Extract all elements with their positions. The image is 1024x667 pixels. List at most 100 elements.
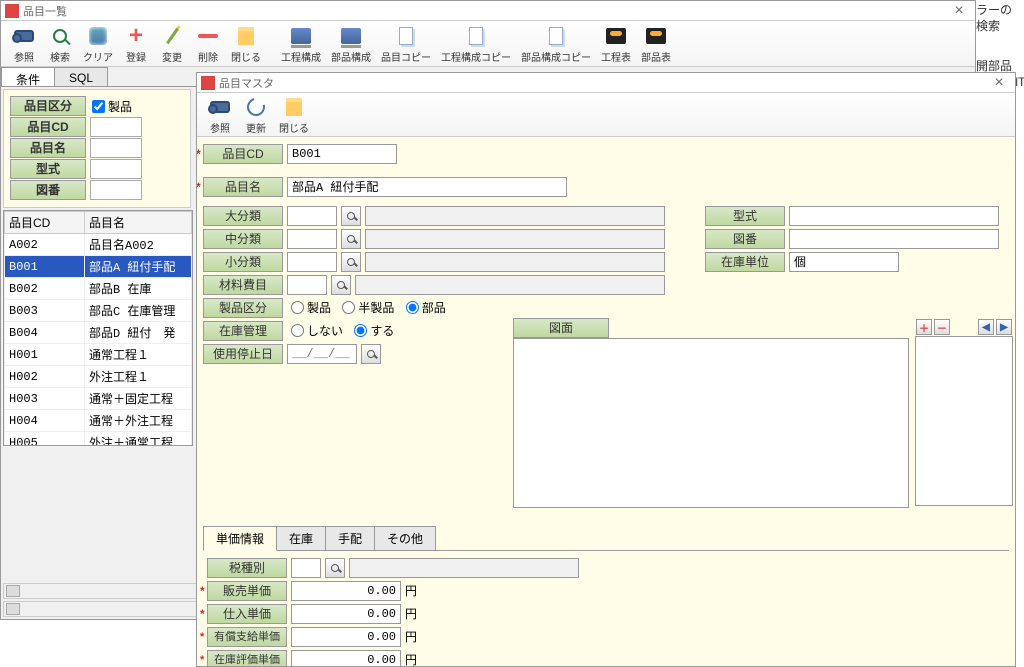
master-body: 品目CD 品目名 大分類 中分類 <box>197 137 1015 666</box>
unit-input[interactable] <box>789 252 899 272</box>
filter-product-check[interactable]: 製品 <box>92 98 132 115</box>
item-copy-button[interactable]: 品目コピー <box>377 22 435 66</box>
tab-arrange[interactable]: 手配 <box>325 526 375 550</box>
mat-search-button[interactable] <box>331 275 351 295</box>
radio-part[interactable]: 部品 <box>406 299 446 316</box>
buy-price-input[interactable] <box>291 604 401 624</box>
drawing-side-panel <box>915 336 1013 506</box>
sho-code-input[interactable] <box>287 252 337 272</box>
clear-button[interactable]: クリア <box>79 22 117 66</box>
table-row[interactable]: H003通常＋固定工程 <box>5 388 192 410</box>
label-stock-price: 在庫評価単価 <box>207 650 287 667</box>
proc-sheet-button[interactable]: 工程表 <box>597 22 635 66</box>
part-sheet-button[interactable]: 部品表 <box>637 22 675 66</box>
delete-button[interactable]: 削除 <box>191 22 225 66</box>
radio-semi[interactable]: 半製品 <box>342 299 394 316</box>
proc-copy-button[interactable]: 工程構成コピー <box>437 22 515 66</box>
table-row[interactable]: B004部品D 紐付 発 <box>5 322 192 344</box>
dai-search-button[interactable] <box>341 206 361 226</box>
chu-search-button[interactable] <box>341 229 361 249</box>
bg-text: ラーの検索 <box>976 2 1022 34</box>
table-row[interactable]: H005外注＋通常工程 <box>5 432 192 447</box>
label-zuban: 図番 <box>705 229 785 249</box>
zuban-input[interactable] <box>789 229 999 249</box>
label-item-nm: 品目名 <box>203 177 283 197</box>
yen-label: 円 <box>405 582 417 599</box>
dai-name-display <box>365 206 665 226</box>
item-master-window: 品目マスタ × 参照 更新 閉じる 品目CD 品目名 大分類 <box>196 72 1016 667</box>
browse-button[interactable]: 参照 <box>203 93 237 137</box>
col-cd[interactable]: 品目CD <box>5 212 85 234</box>
stopdate-search-button[interactable] <box>361 344 381 364</box>
table-row[interactable]: H004通常＋外注工程 <box>5 410 192 432</box>
table-row[interactable]: B001部品A 紐付手配 <box>5 256 192 278</box>
item-grid[interactable]: 品目CD品目名 A002品目名A002B001部品A 紐付手配B002部品B 在… <box>3 210 193 446</box>
register-button[interactable]: +登録 <box>119 22 153 66</box>
tab-stock[interactable]: 在庫 <box>276 526 326 550</box>
detail-tabs: 単価情報 在庫 手配 その他 <box>203 526 1009 551</box>
tab-sql[interactable]: SQL <box>54 67 108 86</box>
tax-name-display <box>349 558 579 578</box>
process-struct-button[interactable]: 工程構成 <box>277 22 325 66</box>
filter-nm-input[interactable] <box>90 138 142 158</box>
filter-zuban-input[interactable] <box>90 180 142 200</box>
part-copy-button[interactable]: 部品構成コピー <box>517 22 595 66</box>
col-nm[interactable]: 品目名 <box>85 212 192 234</box>
main-toolbar: 参照 検索 クリア +登録 変更 削除 閉じる 工程構成 部品構成 品目コピー … <box>1 21 975 67</box>
item-nm-input[interactable] <box>287 177 567 197</box>
label-dai: 大分類 <box>203 206 283 226</box>
close-icon[interactable]: × <box>947 4 971 18</box>
table-row[interactable]: B003部品C 在庫管理 <box>5 300 192 322</box>
edit-button[interactable]: 変更 <box>155 22 189 66</box>
drawing-prev-button[interactable]: ◀ <box>978 319 994 335</box>
chu-code-input[interactable] <box>287 229 337 249</box>
chu-name-display <box>365 229 665 249</box>
stopdate-input[interactable] <box>287 344 357 364</box>
label-kata: 型式 <box>705 206 785 226</box>
stock-price-input[interactable] <box>291 650 401 667</box>
filter-cd-input[interactable] <box>90 117 142 137</box>
search-button[interactable]: 検索 <box>43 22 77 66</box>
label-taxkind: 税種別 <box>207 558 287 578</box>
mat-code-input[interactable] <box>287 275 327 295</box>
update-button[interactable]: 更新 <box>239 93 273 137</box>
tab-other[interactable]: その他 <box>374 526 436 550</box>
label-zumen: 図面 <box>513 318 609 338</box>
table-row[interactable]: B002部品B 在庫 <box>5 278 192 300</box>
filter-label-cd: 品目CD <box>10 117 86 137</box>
part-struct-button[interactable]: 部品構成 <box>327 22 375 66</box>
label-sale-price: 販売単価 <box>207 581 287 601</box>
radio-stock-yes[interactable]: する <box>354 322 394 339</box>
filter-label-kubun: 品目区分 <box>10 96 86 116</box>
radio-stock-no[interactable]: しない <box>291 322 343 339</box>
close-button[interactable]: 閉じる <box>275 93 313 137</box>
tab-price[interactable]: 単価情報 <box>203 526 277 551</box>
tab-condition[interactable]: 条件 <box>1 67 55 86</box>
sho-name-display <box>365 252 665 272</box>
radio-product[interactable]: 製品 <box>291 299 331 316</box>
close-icon[interactable]: × <box>987 76 1011 90</box>
drawing-add-button[interactable]: ＋ <box>916 319 932 335</box>
table-row[interactable]: H001通常工程１ <box>5 344 192 366</box>
sho-search-button[interactable] <box>341 252 361 272</box>
table-row[interactable]: A002品目名A002 <box>5 234 192 256</box>
drawing-remove-button[interactable]: － <box>934 319 950 335</box>
tax-code-input[interactable] <box>291 558 321 578</box>
item-cd-input[interactable] <box>287 144 397 164</box>
drawing-next-button[interactable]: ▶ <box>996 319 1012 335</box>
kata-input[interactable] <box>789 206 999 226</box>
filter-kata-input[interactable] <box>90 159 142 179</box>
filter-label-nm: 品目名 <box>10 138 86 158</box>
sale-price-input[interactable] <box>291 581 401 601</box>
label-item-cd: 品目CD <box>203 144 283 164</box>
dai-code-input[interactable] <box>287 206 337 226</box>
table-row[interactable]: H002外注工程１ <box>5 366 192 388</box>
tax-search-button[interactable] <box>325 558 345 578</box>
supply-price-input[interactable] <box>291 627 401 647</box>
label-supply-price: 有償支給単価 <box>207 627 287 647</box>
label-chu: 中分類 <box>203 229 283 249</box>
browse-button[interactable]: 参照 <box>7 22 41 66</box>
filter-label-kata: 型式 <box>10 159 86 179</box>
label-stock: 在庫管理 <box>203 321 283 341</box>
close-button[interactable]: 閉じる <box>227 22 265 66</box>
